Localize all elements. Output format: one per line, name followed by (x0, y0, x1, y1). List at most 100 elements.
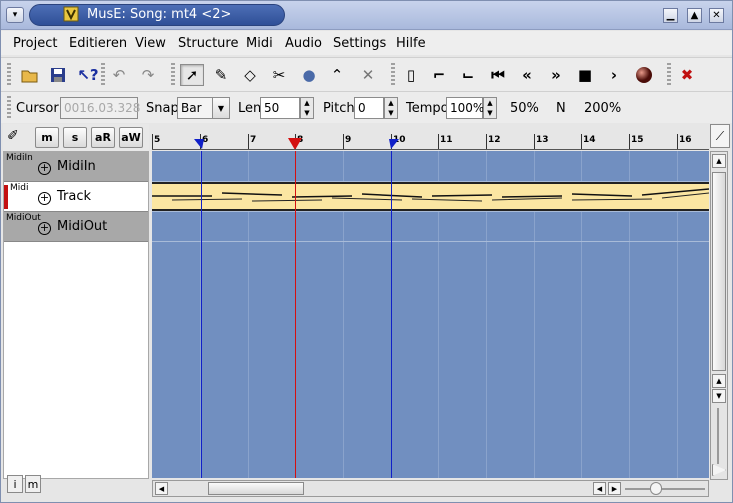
track-row-track[interactable]: Midi + Track (4, 182, 148, 212)
scroll-left-icon-2[interactable]: ◀ (593, 482, 606, 495)
scroll-right-icon[interactable]: ▶ (608, 482, 621, 495)
tempo-normal-button[interactable]: N (556, 101, 566, 116)
solo-column-button[interactable]: s (63, 127, 87, 148)
mute-tool-icon[interactable]: ✕ (356, 64, 380, 86)
ruler-bar-label: 14 (583, 135, 596, 145)
rewind-icon[interactable]: « (515, 64, 539, 86)
horizontal-scroll-thumb[interactable] (208, 482, 304, 495)
redo-icon[interactable]: ↷ (136, 64, 160, 86)
close-button[interactable]: ✕ (709, 8, 724, 23)
undo-icon[interactable]: ↶ (107, 64, 131, 86)
menu-midi[interactable]: Midi (246, 36, 273, 51)
window-title: MusE: Song: mt4 <2> (87, 7, 232, 22)
automation-write-button[interactable]: aW (119, 127, 143, 148)
play-icon[interactable]: › (602, 64, 626, 86)
automation-read-button[interactable]: aR (91, 127, 115, 148)
midi-part[interactable] (152, 182, 709, 211)
tempo-50-button[interactable]: 50% (510, 101, 539, 116)
toolbar-grip-4[interactable] (391, 63, 395, 87)
menu-view[interactable]: View (135, 36, 166, 51)
ruler-tick (152, 134, 153, 149)
stop-icon[interactable]: ■ (573, 64, 597, 86)
scissors-icon[interactable]: ✂ (267, 64, 291, 86)
tempo-stepper[interactable]: ▲ ▼ (483, 97, 497, 119)
tempo-200-button[interactable]: 200% (584, 101, 621, 116)
track-row-midiout[interactable]: MidiOut + MidiOut (4, 212, 148, 242)
loop-start-icon[interactable]: ▯ (399, 64, 423, 86)
track-name[interactable]: Track (57, 189, 91, 204)
record-icon[interactable] (632, 64, 656, 86)
horizontal-zoom-track[interactable] (625, 488, 705, 490)
len-stepper[interactable]: ▲ ▼ (300, 97, 314, 119)
add-port-icon[interactable]: + (38, 192, 51, 205)
snap-select[interactable]: Bar (177, 97, 213, 119)
pointer-icon[interactable]: ➚ (180, 64, 204, 86)
cursor-label: Cursor (16, 101, 59, 116)
horizontal-scrollbar[interactable]: ◀ ◀ ▶ (152, 480, 709, 497)
track-name[interactable]: MidiOut (57, 219, 107, 234)
track-name[interactable]: MidiIn (57, 159, 96, 174)
toolbar-grip-3[interactable] (171, 63, 175, 87)
zoom-slider-track[interactable] (717, 408, 719, 464)
add-port-icon[interactable]: + (38, 162, 51, 175)
add-port-icon[interactable]: + (38, 222, 51, 235)
scroll-up-icon-2[interactable]: ▲ (712, 374, 726, 388)
glue-icon[interactable]: ● (297, 64, 321, 86)
scroll-down-icon[interactable]: ▼ (712, 389, 726, 403)
whats-this-icon[interactable]: ↖? (76, 64, 100, 86)
vertical-scroll-thumb[interactable] (712, 172, 726, 371)
ruler-bar-label: 9 (345, 135, 352, 145)
punch-in-icon[interactable]: ⌐ (427, 64, 451, 86)
mixer-strip-button[interactable]: m (25, 475, 41, 493)
tempo-label: Tempo (406, 101, 449, 116)
left-locator-icon[interactable] (194, 139, 204, 149)
toolbar-grip-2[interactable] (101, 63, 105, 87)
track-info-button[interactable]: i (7, 475, 23, 493)
ruler-bar-label: 5 (154, 135, 161, 145)
muse-window: ▾ MusE: Song: mt4 <2> ▁ ▲ ✕ Project Edit… (0, 0, 733, 503)
menu-settings[interactable]: Settings (333, 36, 386, 51)
len-input[interactable]: 50 (260, 97, 300, 119)
punch-out-icon[interactable]: ⌙ (456, 64, 480, 86)
rewind-start-icon[interactable]: ⏮ (486, 64, 510, 86)
timeline-ruler[interactable]: 5 6 7 8 9 10 11 12 13 14 15 16 (152, 134, 709, 150)
save-icon[interactable] (46, 64, 70, 86)
pitch-input[interactable]: 0 (354, 97, 384, 119)
track-row-midiin[interactable]: MidiIn + MidiIn (4, 152, 148, 182)
ruler-bar-label: 11 (440, 135, 453, 145)
edit-tool-corner-icon[interactable]: ⟋ (710, 124, 730, 148)
track-list: MidiIn + MidiIn Midi + Track MidiOut + M… (3, 151, 149, 479)
toolbar-grip[interactable] (7, 63, 11, 87)
pencil-icon[interactable]: ✎ (209, 64, 233, 86)
horizontal-zoom-handle[interactable] (650, 482, 662, 495)
menu-project[interactable]: Project (13, 36, 57, 51)
scroll-up-icon[interactable]: ▲ (712, 154, 726, 168)
draw-line-icon[interactable]: ⌃ (325, 64, 349, 86)
panic-icon[interactable]: ✖ (675, 64, 699, 86)
eraser-icon[interactable]: ◇ (238, 64, 262, 86)
toolbar-grip-6[interactable] (7, 96, 11, 120)
vertical-scrollbar[interactable]: ▲ ▲ ▼ (710, 151, 728, 480)
minimize-button[interactable]: ▁ (663, 8, 678, 23)
pitch-stepper[interactable]: ▲ ▼ (384, 97, 398, 119)
window-menu-button[interactable]: ▾ (6, 7, 24, 23)
menu-edit[interactable]: Editieren (69, 36, 127, 51)
edit-toolbar: Cursor 0016.03.328 Snap Bar ▼ Len 50 ▲ ▼ … (1, 91, 732, 123)
menu-audio[interactable]: Audio (285, 36, 322, 51)
menu-help[interactable]: Hilfe (396, 36, 426, 51)
scroll-left-icon[interactable]: ◀ (155, 482, 168, 495)
snap-dropdown-icon[interactable]: ▼ (212, 97, 230, 119)
open-folder-icon[interactable] (18, 64, 42, 86)
forward-icon[interactable]: » (544, 64, 568, 86)
maximize-button[interactable]: ▲ (687, 8, 702, 23)
mute-column-button[interactable]: m (35, 127, 59, 148)
len-label: Len (238, 101, 262, 116)
menu-structure[interactable]: Structure (178, 36, 238, 51)
arranger-canvas[interactable] (152, 151, 709, 478)
tempo-input[interactable]: 100% (446, 97, 484, 119)
position-marker-icon[interactable] (288, 138, 302, 150)
right-locator-icon[interactable] (389, 139, 399, 149)
vertical-zoom-handle[interactable] (712, 464, 726, 476)
toolbar-grip-5[interactable] (667, 63, 671, 87)
wrench-icon[interactable]: ✐ (7, 128, 19, 144)
